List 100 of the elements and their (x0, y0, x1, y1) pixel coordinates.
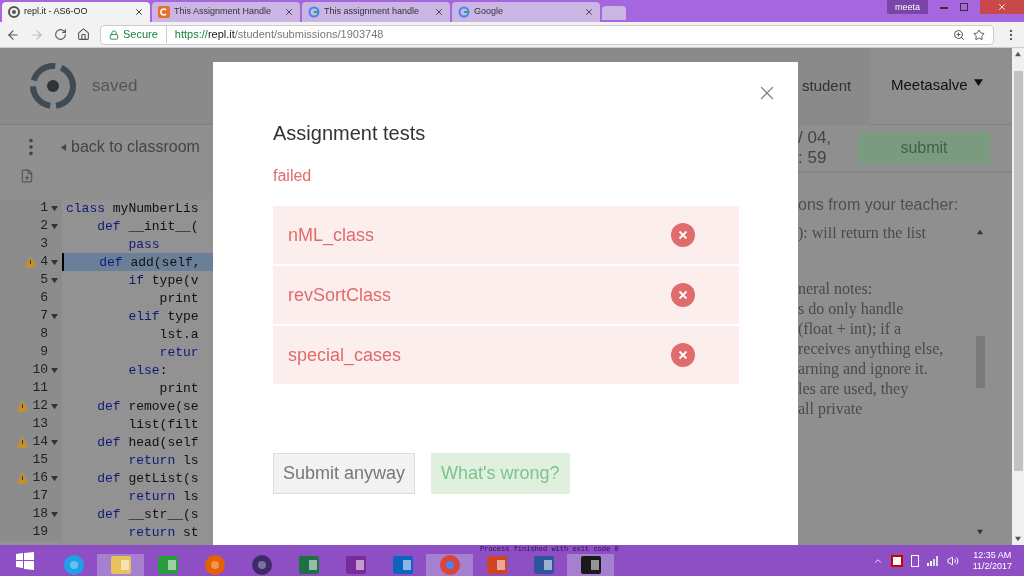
due-date-text: / 04, (798, 128, 833, 148)
scrollbar-thumb[interactable] (1013, 71, 1023, 471)
close-icon[interactable] (134, 7, 144, 17)
close-icon[interactable] (284, 7, 294, 17)
test-name: nML_class (288, 223, 375, 248)
acrobat-icon[interactable] (890, 554, 903, 567)
test-name: special_cases (288, 343, 402, 368)
code-line: if type(v (127, 272, 200, 289)
instruction-text: neral notes: (798, 279, 874, 299)
bookmark-star-icon[interactable] (973, 28, 985, 41)
swirl-logo-icon (30, 63, 76, 109)
submit-anyway-button[interactable]: Submit anyway (273, 453, 416, 494)
word-app-icon[interactable] (532, 554, 555, 576)
volume-icon[interactable] (946, 554, 959, 567)
line-number: 14 (32, 433, 48, 452)
page-scrollbar[interactable] (1012, 48, 1024, 545)
instruction-text: les are used, they (798, 379, 910, 399)
browser-tab[interactable]: repl.it - AS6-OO (2, 2, 150, 22)
browser-tab[interactable]: Google (452, 2, 600, 22)
c-letter-tile-icon (158, 6, 170, 18)
fold-caret-icon[interactable] (51, 402, 58, 410)
tablet-icon[interactable] (910, 554, 919, 567)
line-number: 15 (32, 451, 48, 470)
excel-app-icon[interactable] (297, 554, 320, 576)
outlook-app-icon[interactable] (391, 554, 414, 576)
code-line: def head(self (96, 434, 200, 451)
code-line: pass (127, 236, 161, 253)
role-label: student (802, 77, 852, 94)
line-number: 19 (32, 523, 48, 542)
clock-time[interactable]: 12:35 AM (973, 549, 1012, 561)
code-line: class myNumberLis (65, 200, 200, 217)
scroll-up-icon[interactable] (977, 229, 983, 235)
line-number: 2 (40, 217, 48, 236)
lock-icon (109, 29, 119, 40)
windows-logo-icon[interactable] (16, 551, 34, 570)
browser-tab[interactable]: This assignment handle (302, 2, 450, 22)
back-icon[interactable] (6, 27, 20, 42)
pycharm-app-icon[interactable] (579, 554, 602, 576)
g-circle-icon (458, 6, 470, 18)
taskbar-button[interactable] (567, 554, 614, 576)
secure-label: Secure (123, 26, 167, 43)
instruction-text: all private (798, 399, 864, 419)
url-text: https://repl.it/student/submissions/1903748 (174, 27, 384, 43)
instruction-text: s do only handle (798, 299, 905, 319)
back-link[interactable]: back to classroom (71, 135, 200, 159)
line-number: 6 (40, 289, 48, 308)
code-line: print (158, 290, 200, 307)
eclipse-app-icon[interactable] (250, 554, 273, 576)
fold-caret-icon[interactable] (51, 366, 58, 374)
home-icon[interactable] (77, 28, 90, 41)
close-icon[interactable] (584, 7, 594, 17)
caret-down-icon[interactable] (973, 78, 983, 87)
profile-name[interactable]: meeta (887, 0, 928, 14)
scroll-down-icon[interactable] (977, 529, 983, 535)
line-number: 8 (40, 325, 48, 344)
line-number: 9 (40, 343, 48, 362)
clock-date[interactable]: 11/2/2017 (972, 560, 1012, 572)
powerpoint-app-icon[interactable] (485, 554, 508, 576)
scroll-down-icon[interactable] (1015, 536, 1021, 542)
explorer-app-icon[interactable] (109, 554, 132, 576)
fold-caret-icon[interactable] (51, 276, 58, 284)
new-file-icon[interactable] (20, 169, 34, 183)
code-line: list(filt (127, 416, 200, 433)
firefox-app-icon[interactable] (203, 554, 226, 576)
line-number: 11 (32, 379, 48, 398)
swirl-logo-icon (8, 6, 20, 18)
code-line: return ls (127, 488, 200, 505)
line-number: 3 (40, 235, 48, 254)
code-line: return st (127, 524, 200, 541)
line-number: 12 (32, 397, 48, 416)
line-number: 18 (32, 505, 48, 524)
address-field[interactable]: Secure https://repl.it/student/submissions/1903748 (100, 24, 994, 45)
close-icon[interactable] (434, 7, 444, 17)
fold-caret-icon[interactable] (51, 438, 58, 446)
scroll-up-icon[interactable] (1015, 51, 1021, 57)
onenote-app-icon[interactable] (344, 554, 367, 576)
due-date-text: : 59 (798, 148, 828, 168)
browser-tab[interactable]: This Assignment Handle (152, 2, 300, 22)
reload-icon[interactable] (54, 28, 67, 41)
line-number: 4 (40, 253, 48, 272)
store-app-icon[interactable] (156, 554, 179, 576)
fold-caret-icon[interactable] (51, 258, 58, 266)
zoom-icon[interactable] (953, 28, 965, 41)
back-caret-icon[interactable] (60, 143, 67, 151)
code-line: lst.a (158, 326, 200, 343)
fold-caret-icon[interactable] (51, 510, 58, 518)
restore-icon[interactable] (960, 3, 968, 11)
code-line: def __str__(s (96, 506, 200, 523)
result-status: failed (273, 166, 313, 186)
fold-caret-icon[interactable] (51, 474, 58, 482)
fold-caret-icon[interactable] (51, 222, 58, 230)
dialog-title: Assignment tests (273, 121, 427, 146)
fold-caret-icon[interactable] (51, 204, 58, 212)
g-circle-icon (308, 6, 320, 18)
line-number: 10 (32, 361, 48, 380)
code-line: retur (158, 344, 200, 361)
signal-icon[interactable] (926, 555, 939, 566)
fold-caret-icon[interactable] (51, 312, 58, 320)
ie-app-icon[interactable] (62, 554, 85, 576)
code-line: def __init__( (96, 218, 200, 235)
